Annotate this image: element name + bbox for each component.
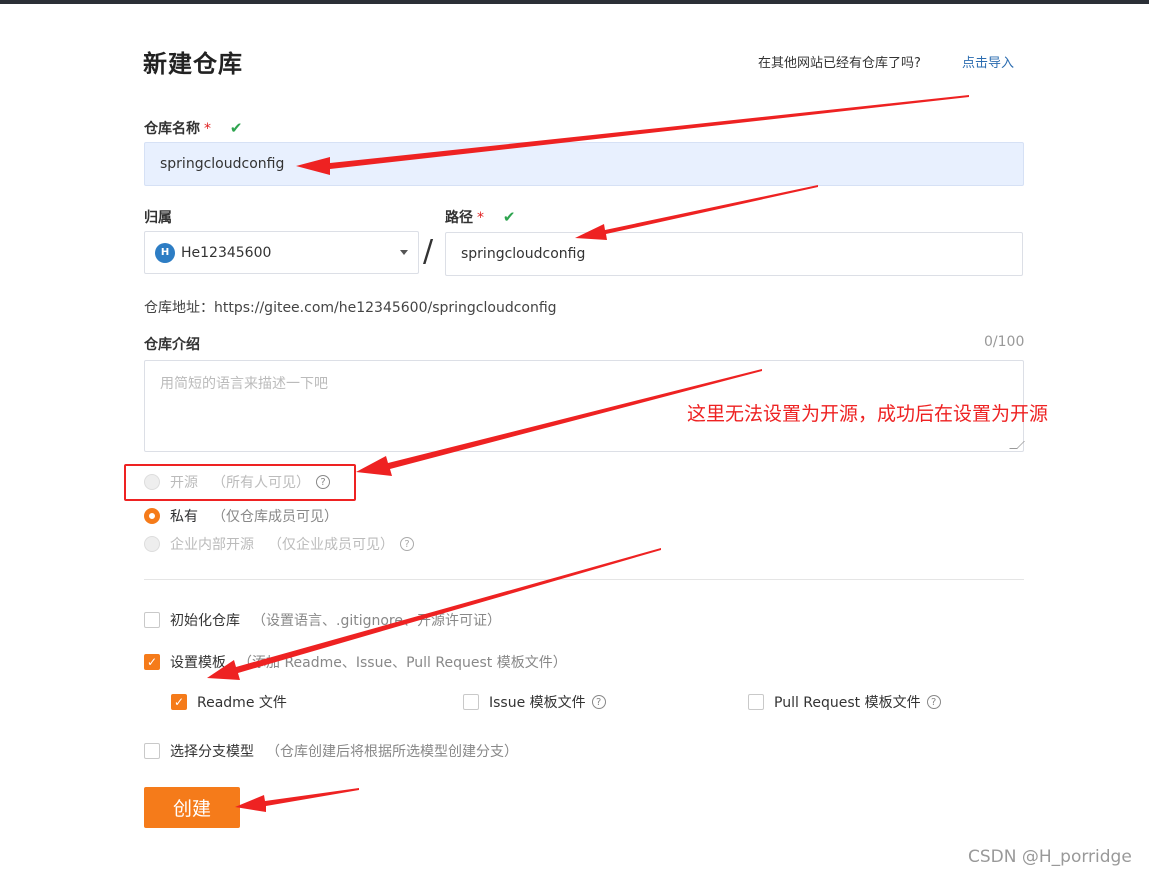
watermark: CSDN @H_porridge [968, 847, 1132, 867]
checkbox-label: 选择分支模型 [170, 744, 254, 760]
annotation-text: 这里无法设置为开源，成功后在设置为开源 [687, 403, 1049, 425]
checkbox[interactable] [144, 743, 160, 759]
create-button[interactable]: 创建 [144, 787, 240, 828]
checkbox[interactable]: ✓ [144, 654, 160, 670]
check-icon: ✔ [502, 208, 516, 226]
path-label: 路径 * ✔ [445, 207, 515, 227]
path-separator: / [423, 234, 434, 269]
radio-button[interactable] [144, 508, 160, 524]
visibility-option-internal[interactable]: 企业内部开源 （仅企业成员可见） ? [144, 534, 414, 554]
readme-checkbox-row[interactable]: ✓ Readme 文件 [171, 692, 287, 712]
divider [144, 579, 1024, 580]
checkbox[interactable] [748, 694, 764, 710]
issue-template-checkbox-row[interactable]: Issue 模板文件 ? [463, 692, 606, 712]
description-label: 仓库介绍 [144, 337, 200, 353]
checkbox-hint: （仓库创建后将根据所选模型创建分支） [266, 744, 518, 760]
required-mark: * [204, 121, 211, 137]
option-hint: （仅仓库成员可见） [212, 509, 338, 525]
checkbox-hint: （设置语言、.gitignore、开源许可证） [252, 613, 501, 629]
import-link[interactable]: 点击导入 [962, 52, 1014, 71]
option-label: 私有 [170, 509, 198, 525]
avatar: H [155, 242, 175, 263]
init-repo-checkbox-row[interactable]: 初始化仓库 （设置语言、.gitignore、开源许可证） [144, 610, 501, 630]
checkbox-label: Readme 文件 [197, 695, 287, 711]
checkbox-hint: （添加 Readme、Issue、Pull Request 模板文件） [238, 655, 567, 671]
checkbox-label: 设置模板 [170, 655, 226, 671]
radio-button[interactable] [144, 536, 160, 552]
pr-template-checkbox-row[interactable]: Pull Request 模板文件 ? [748, 692, 941, 712]
visibility-option-private[interactable]: 私有 （仅仓库成员可见） [144, 506, 338, 526]
description-placeholder: 用简短的语言来描述一下吧 [160, 376, 328, 392]
option-hint: （仅企业成员可见） [268, 537, 394, 553]
path-label-text: 路径 [445, 210, 473, 226]
top-bar [0, 0, 1149, 4]
required-mark: * [477, 210, 484, 226]
arrow-to-create [235, 788, 359, 812]
question-circle-icon[interactable]: ? [591, 695, 606, 709]
check-icon: ✔ [229, 119, 243, 137]
checkbox[interactable] [463, 694, 479, 710]
checkbox-label: Issue 模板文件 [489, 695, 586, 711]
repo-name-input[interactable]: springcloudconfig [144, 142, 1024, 186]
owner-select[interactable]: H He12345600 [144, 231, 419, 274]
repo-name-label: 仓库名称 * ✔ [144, 118, 242, 138]
option-label: 企业内部开源 [170, 537, 254, 553]
checkbox[interactable]: ✓ [171, 694, 187, 710]
resize-handle-icon[interactable] [1009, 441, 1025, 449]
template-checkbox-row[interactable]: ✓ 设置模板 （添加 Readme、Issue、Pull Request 模板文… [144, 652, 567, 672]
branch-model-checkbox-row[interactable]: 选择分支模型 （仓库创建后将根据所选模型创建分支） [144, 741, 518, 761]
caret-down-icon [400, 250, 408, 255]
question-circle-icon[interactable]: ? [926, 695, 941, 709]
annotation-highlight-box [124, 464, 356, 501]
path-value: springcloudconfig [461, 246, 586, 262]
checkbox-label: 初始化仓库 [170, 613, 240, 629]
owner-label: 归属 [144, 210, 172, 226]
char-counter: 0/100 [984, 334, 1025, 350]
repo-name-value: springcloudconfig [160, 156, 285, 172]
checkbox-label: Pull Request 模板文件 [774, 695, 921, 711]
path-input[interactable]: springcloudconfig [445, 232, 1023, 276]
owner-value: He12345600 [181, 244, 272, 261]
page-title: 新建仓库 [143, 50, 243, 78]
repo-name-label-text: 仓库名称 [144, 121, 200, 137]
checkbox[interactable] [144, 612, 160, 628]
question-circle-icon[interactable]: ? [400, 537, 414, 551]
repo-address: 仓库地址：https://gitee.com/he12345600/spring… [144, 300, 557, 316]
import-question: 在其他网站已经有仓库了吗? [758, 56, 921, 71]
